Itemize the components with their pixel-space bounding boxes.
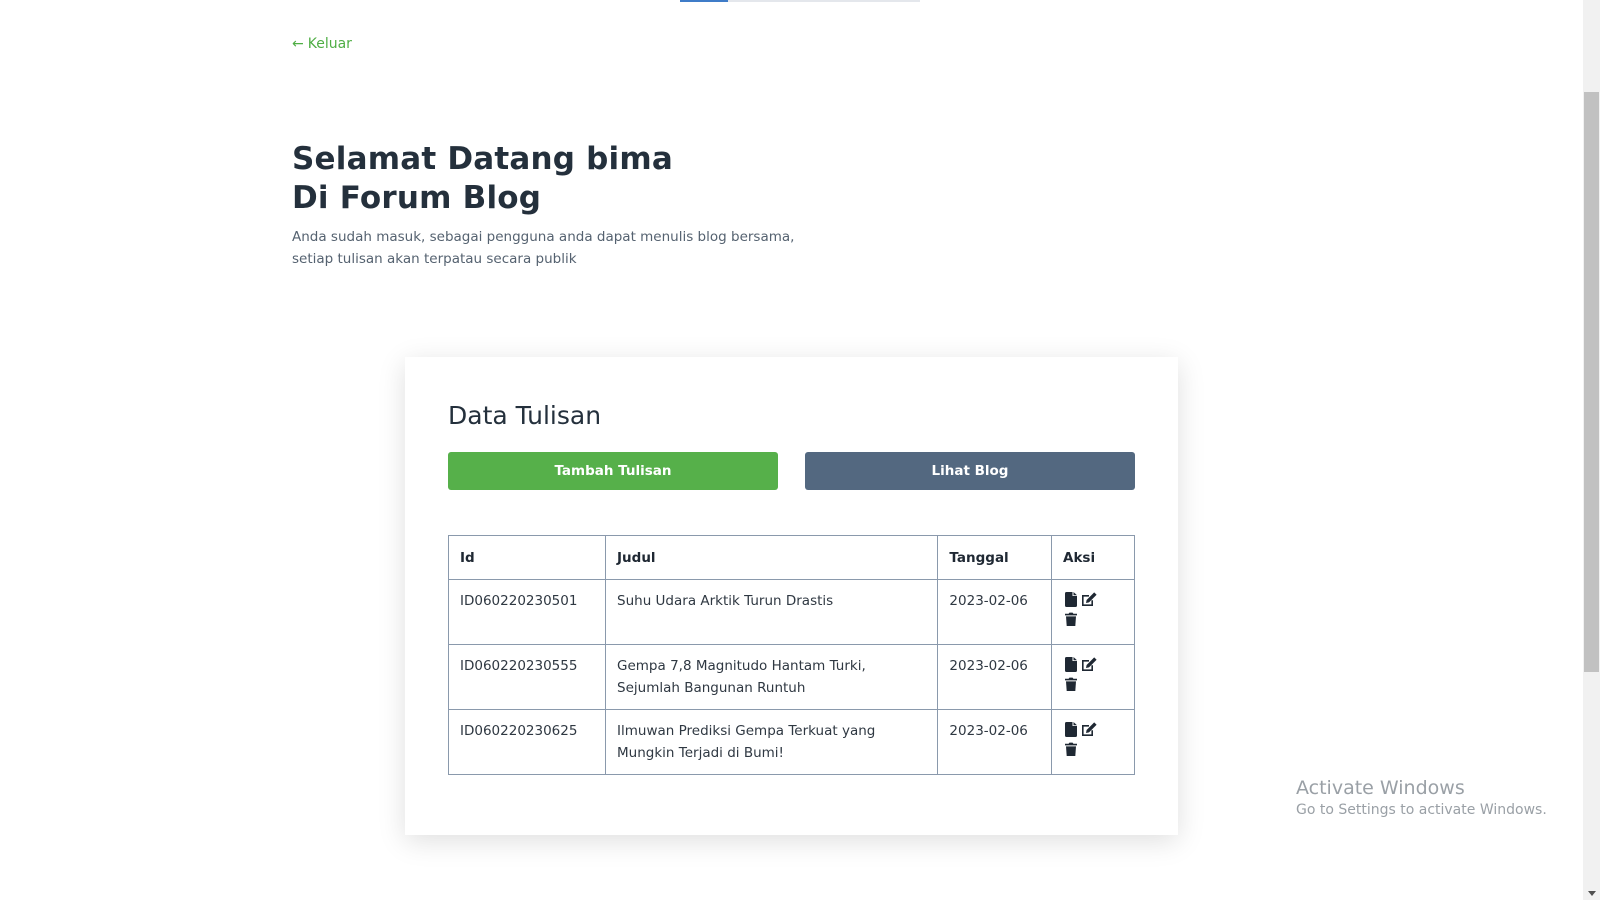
table-row: ID060220230501 Suhu Udara Arktik Turun Dr…	[447, 579, 1135, 645]
table-row: ID060220230625 Ilmuwan Prediksi Gempa Ter…	[447, 709, 1135, 775]
header-date: Tanggal	[937, 535, 1052, 580]
edit-icon[interactable]	[1081, 655, 1097, 673]
trash-icon[interactable]	[1063, 610, 1079, 628]
header-id: Id	[447, 535, 607, 580]
description-line-2: setiap tulisan akan terpatau secara publ…	[292, 251, 577, 267]
cell-id: ID060220230501	[447, 579, 607, 645]
page-title: Selamat Datang bima Di Forum Blog	[292, 140, 673, 218]
row-actions	[1063, 655, 1103, 693]
edit-icon[interactable]	[1081, 590, 1097, 608]
cell-date: 2023-02-06	[937, 709, 1052, 775]
page-description: Anda sudah masuk, sebagai pengguna anda …	[292, 226, 812, 270]
posts-card: Data Tulisan Tambah Tulisan Lihat Blog I…	[405, 357, 1178, 835]
windows-activation-watermark: Activate Windows Go to Settings to activ…	[1296, 776, 1547, 820]
cell-actions	[1051, 709, 1135, 775]
cell-id: ID060220230555	[447, 644, 607, 710]
scroll-down-arrow-icon[interactable]	[1588, 891, 1596, 896]
forum-line: Di Forum Blog	[292, 180, 542, 216]
file-icon[interactable]	[1063, 590, 1079, 608]
trash-icon[interactable]	[1063, 740, 1079, 758]
posts-table: Id Judul Tanggal Aksi ID060220230501 Suhu…	[447, 535, 1135, 775]
view-blog-button[interactable]: Lihat Blog	[805, 452, 1135, 490]
cell-actions	[1051, 644, 1135, 710]
table-row: ID060220230555 Gempa 7,8 Magnitudo Hantam…	[447, 644, 1135, 710]
watermark-title: Activate Windows	[1296, 777, 1465, 799]
cell-title: Gempa 7,8 Magnitudo Hantam Turki, Sejuml…	[605, 644, 939, 710]
header-title: Judul	[605, 535, 939, 580]
cell-title: Ilmuwan Prediksi Gempa Terkuat yang Mung…	[605, 709, 939, 775]
top-progress-indicator	[680, 0, 728, 2]
cell-date: 2023-02-06	[937, 579, 1052, 645]
table-header-row: Id Judul Tanggal Aksi	[447, 535, 1135, 580]
add-post-button[interactable]: Tambah Tulisan	[448, 452, 778, 490]
file-icon[interactable]	[1063, 655, 1079, 673]
row-actions	[1063, 720, 1103, 758]
trash-icon[interactable]	[1063, 675, 1079, 693]
cell-title: Suhu Udara Arktik Turun Drastis	[605, 579, 939, 645]
arrow-left-icon: ←	[292, 36, 304, 52]
scrollbar[interactable]	[1583, 0, 1600, 900]
description-line-1: Anda sudah masuk, sebagai pengguna anda …	[292, 229, 795, 245]
cell-id: ID060220230625	[447, 709, 607, 775]
header-actions: Aksi	[1051, 535, 1135, 580]
scrollbar-thumb[interactable]	[1584, 92, 1599, 672]
logout-link[interactable]: ← Keluar	[292, 36, 352, 52]
watermark-subtitle: Go to Settings to activate Windows.	[1296, 802, 1547, 818]
card-title: Data Tulisan	[448, 401, 602, 430]
file-icon[interactable]	[1063, 720, 1079, 738]
cell-date: 2023-02-06	[937, 644, 1052, 710]
cell-actions	[1051, 579, 1135, 645]
row-actions	[1063, 590, 1103, 628]
welcome-line: Selamat Datang bima	[292, 141, 674, 177]
logout-label: Keluar	[307, 36, 352, 52]
edit-icon[interactable]	[1081, 720, 1097, 738]
